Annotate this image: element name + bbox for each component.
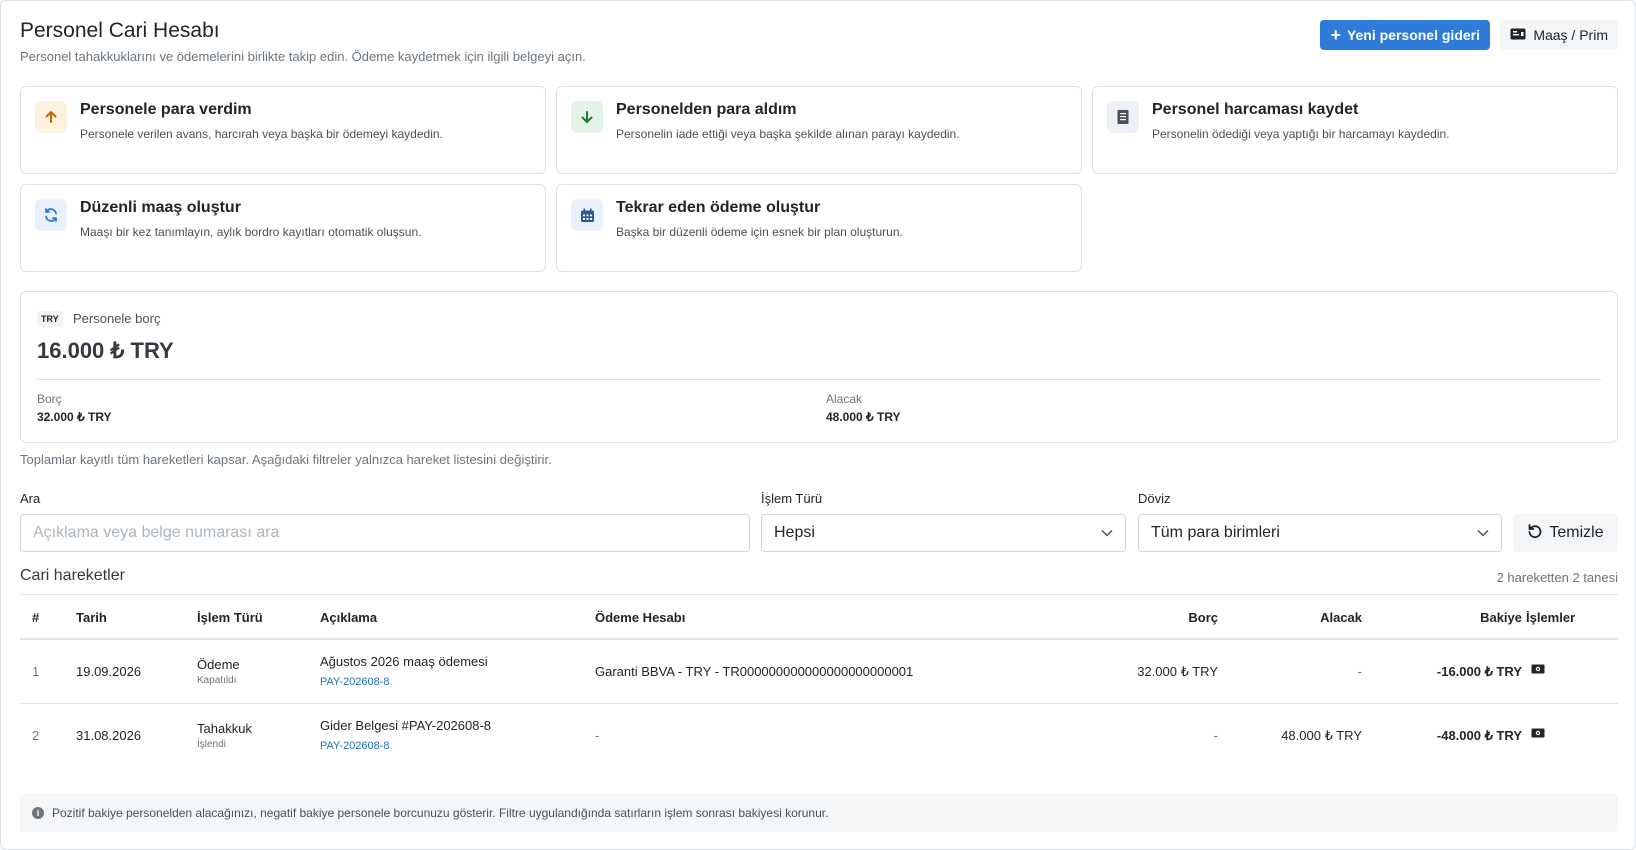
row-account: Garanti BBVA - TRY - TR00000000000000000… xyxy=(595,664,914,679)
divider xyxy=(37,379,1601,380)
column-header: Tarih xyxy=(76,610,107,625)
new-expense-button[interactable]: + Yeni personel gideri xyxy=(1320,20,1490,50)
money-card-icon xyxy=(1510,27,1526,43)
row-account: - xyxy=(595,728,600,743)
arrow-down-icon xyxy=(571,101,603,133)
row-number: 2 xyxy=(32,728,40,743)
column-header: İşlem Türü xyxy=(197,610,263,625)
action-card-recurring-payment[interactable]: Tekrar eden ödeme oluştur Başka bir düze… xyxy=(556,184,1082,272)
currency-filter-value: Tüm para birimleri xyxy=(1151,524,1280,541)
page-header: Personel Cari Hesabı Personel tahakkukla… xyxy=(20,19,1618,69)
action-desc: Personelin ödediği veya yaptığı bir harc… xyxy=(1152,127,1450,141)
new-expense-label: Yeni personel gideri xyxy=(1346,27,1480,43)
table-row: 2 31.08.2026 Tahakkuk İşlendi Gider Belg… xyxy=(20,704,1618,768)
column-header: Açıklama xyxy=(320,610,378,625)
footnote-text: Pozitif bakiye personelden alacağınızı, … xyxy=(52,806,829,820)
action-title: Personel harcaması kaydet xyxy=(1152,101,1359,118)
table-row: 1 19.09.2026 Ödeme Kapatıldı Ağustos 202… xyxy=(20,640,1618,704)
balance-amount: 16.000 ₺ TRY xyxy=(37,338,174,363)
debit-summary: Borç 32.000 ₺ TRY xyxy=(37,392,112,424)
info-footnote: i Pozitif bakiye personelden alacağınızı… xyxy=(20,794,1618,832)
currency-badge: TRY xyxy=(37,311,63,327)
action-desc: Personelin iade ettiği veya başka şekild… xyxy=(616,127,960,141)
row-reference-link[interactable]: PAY-202608-8 xyxy=(320,676,390,688)
column-header: Alacak xyxy=(1320,610,1362,625)
row-credit: 48.000 ₺ TRY xyxy=(1281,728,1362,743)
action-title: Personelden para aldım xyxy=(616,101,797,118)
row-number: 1 xyxy=(32,664,40,679)
search-label: Ara xyxy=(20,491,41,506)
movements-table: # Tarih İşlem Türü Açıklama Ödeme Hesabı… xyxy=(20,594,1618,768)
balance-label: Personele borç xyxy=(73,311,161,326)
action-desc: Personele verilen avans, harcırah veya b… xyxy=(80,127,443,141)
row-type: Tahakkuk xyxy=(197,721,252,736)
clear-label: Temizle xyxy=(1549,524,1604,541)
row-balance: -16.000 ₺ TRY xyxy=(1436,664,1522,679)
debit-label: Borç xyxy=(37,392,62,406)
undo-icon xyxy=(1527,523,1543,544)
type-filter-value: Hepsi xyxy=(774,524,815,541)
row-balance: -48.000 ₺ TRY xyxy=(1436,728,1522,743)
type-filter-label: İşlem Türü xyxy=(761,491,823,506)
row-description: Ağustos 2026 maaş ödemesi xyxy=(320,654,488,669)
plus-icon: + xyxy=(1330,25,1341,45)
type-filter-select[interactable]: Hepsi xyxy=(761,514,1126,552)
currency-filter-label: Döviz xyxy=(1138,491,1171,506)
calendar-icon xyxy=(571,199,603,231)
row-reference-link[interactable]: PAY-202608-8 xyxy=(320,740,390,752)
action-card-receive-money[interactable]: Personelden para aldım Personelin iade e… xyxy=(556,86,1082,174)
chevron-down-icon xyxy=(1477,526,1489,540)
table-header: # Tarih İşlem Türü Açıklama Ödeme Hesabı… xyxy=(20,594,1618,640)
credit-summary: Alacak 48.000 ₺ TRY xyxy=(826,392,901,424)
action-card-expense[interactable]: Personel harcaması kaydet Personelin öde… xyxy=(1092,86,1618,174)
totals-note: Toplamlar kayıtlı tüm hareketleri kapsar… xyxy=(20,452,552,467)
action-title: Personele para verdim xyxy=(80,101,252,118)
row-date: 19.09.2026 xyxy=(76,664,142,679)
info-icon: i xyxy=(32,807,44,819)
search-input[interactable]: Açıklama veya belge numarası ara xyxy=(20,514,750,552)
row-credit: - xyxy=(1357,664,1362,679)
currency-filter-select[interactable]: Tüm para birimleri xyxy=(1138,514,1502,552)
balance-card: TRY Personele borç 16.000 ₺ TRY Borç 32.… xyxy=(20,291,1618,443)
row-description: Gider Belgesi #PAY-202608-8 xyxy=(320,718,492,733)
action-card-give-money[interactable]: Personele para verdim Personele verilen … xyxy=(20,86,546,174)
page-frame: Personel Cari Hesabı Personel tahakkukla… xyxy=(0,0,1636,850)
column-header: Bakiye xyxy=(1480,610,1522,625)
payment-cash-icon[interactable] xyxy=(1531,662,1545,677)
column-header: Ödeme Hesabı xyxy=(595,610,686,625)
page-title: Personel Cari Hesabı xyxy=(20,19,220,42)
movements-title: Cari hareketler xyxy=(20,567,125,584)
debit-value: 32.000 ₺ TRY xyxy=(37,410,112,424)
action-title: Düzenli maaş oluştur xyxy=(80,199,241,216)
clear-filters-button[interactable]: Temizle xyxy=(1513,514,1618,552)
column-header: # xyxy=(32,610,40,625)
row-status: İşlendi xyxy=(197,739,226,750)
row-date: 31.08.2026 xyxy=(76,728,142,743)
row-status: Kapatıldı xyxy=(197,675,237,686)
column-header: Borç xyxy=(1188,610,1218,625)
row-debit: 32.000 ₺ TRY xyxy=(1137,664,1218,679)
chevron-down-icon xyxy=(1101,526,1113,540)
action-desc: Maaşı bir kez tanımlayın, aylık bordro k… xyxy=(80,225,422,239)
refresh-icon xyxy=(35,199,67,231)
salary-bonus-button[interactable]: Maaş / Prim xyxy=(1500,20,1618,50)
action-card-recurring-salary[interactable]: Düzenli maaş oluştur Maaşı bir kez tanım… xyxy=(20,184,546,272)
row-debit: - xyxy=(1213,728,1218,743)
payment-cash-icon[interactable] xyxy=(1531,726,1545,741)
action-desc: Başka bir düzenli ödeme için esnek bir p… xyxy=(616,225,903,239)
credit-value: 48.000 ₺ TRY xyxy=(826,410,901,424)
salary-bonus-label: Maaş / Prim xyxy=(1533,27,1608,43)
receipt-icon xyxy=(1107,101,1139,133)
arrow-up-icon xyxy=(35,101,67,133)
column-header: İşlemler xyxy=(1526,610,1576,625)
action-title: Tekrar eden ödeme oluştur xyxy=(616,199,821,216)
page-subtitle: Personel tahakkuklarını ve ödemelerini b… xyxy=(20,49,586,64)
row-type: Ödeme xyxy=(197,657,240,672)
movements-count: 2 hareketten 2 tanesi xyxy=(1496,570,1618,585)
credit-label: Alacak xyxy=(826,392,863,406)
